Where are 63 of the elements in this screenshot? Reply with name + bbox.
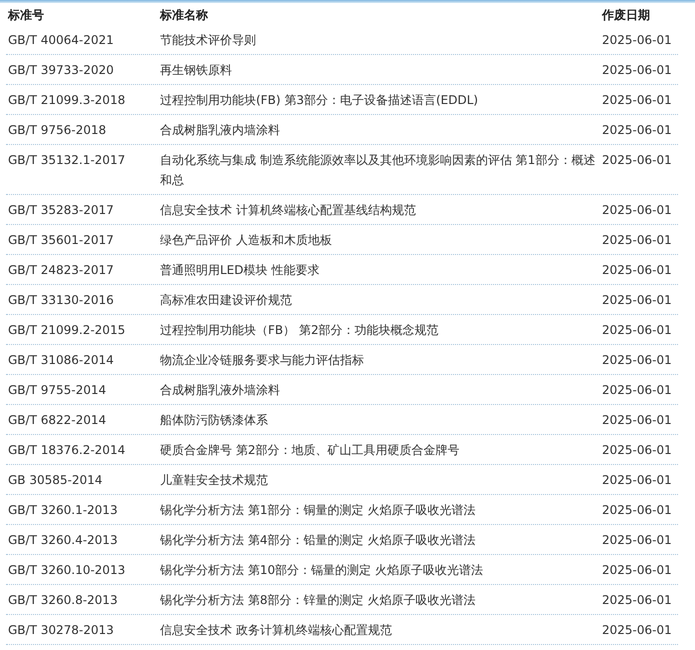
standard-number: GB/T 3260.1-2013: [7, 502, 119, 519]
abolish-date: 2025-06-01: [601, 532, 673, 549]
standard-number: GB 30585-2014: [7, 472, 104, 489]
column-header: 标准号: [6, 7, 45, 24]
abolish-date: 2025-06-01: [601, 322, 673, 339]
abolish-date: 2025-06-01: [601, 352, 673, 369]
standard-number: GB/T 31086-2014: [7, 352, 115, 369]
standard-name: 高标准农田建设评价规范: [159, 292, 293, 309]
column-header: 标准名称: [158, 7, 209, 24]
standard-name: 锡化学分析方法 第1部分：铜量的测定 火焰原子吸收光谱法: [159, 502, 476, 519]
standard-number: GB/T 9755-2014: [7, 382, 108, 399]
standard-name: 儿童鞋安全技术规范: [159, 472, 269, 489]
abolish-date: 2025-06-01: [601, 122, 673, 139]
standard-number: GB/T 3260.8-2013: [7, 592, 119, 609]
standard-number: GB/T 18376.2-2014: [7, 442, 126, 459]
abolish-date: 2025-06-01: [601, 62, 673, 79]
standard-name: 物流企业冷链服务要求与能力评估指标: [159, 352, 365, 369]
standard-name: 节能技术评价导则: [159, 32, 257, 49]
abolish-date: 2025-06-01: [601, 152, 673, 169]
standard-name: 锡化学分析方法 第8部分：锌量的测定 火焰原子吸收光谱法: [159, 592, 476, 609]
standard-name: 过程控制用功能块（FB） 第2部分：功能块概念规范: [159, 322, 440, 339]
abolish-date: 2025-06-01: [601, 382, 673, 399]
standard-number: GB/T 35132.1-2017: [7, 152, 126, 169]
standard-number: GB/T 3260.10-2013: [7, 562, 126, 579]
standard-name: 硬质合金牌号 第2部分：地质、矿山工具用硬质合金牌号: [159, 442, 460, 459]
standard-name: 船体防污防锈漆体系: [159, 412, 269, 429]
standard-name: 合成树脂乳液外墙涂料: [159, 382, 281, 399]
abolish-date: 2025-06-01: [601, 232, 673, 249]
abolish-date: 2025-06-01: [601, 202, 673, 219]
standard-name: 信息安全技术 计算机终端核心配置基线结构规范: [159, 202, 417, 219]
standard-name: 普通照明用LED模块 性能要求: [159, 262, 320, 279]
standard-name: 锡化学分析方法 第4部分：铅量的测定 火焰原子吸收光谱法: [159, 532, 476, 549]
abolish-date: 2025-06-01: [601, 592, 673, 609]
abolish-date: 2025-06-01: [601, 92, 673, 109]
abolish-date: 2025-06-01: [601, 32, 673, 49]
abolish-date: 2025-06-01: [601, 472, 673, 489]
standard-name: 过程控制用功能块(FB) 第3部分：电子设备描述语言(EDDL): [159, 92, 480, 109]
standard-number: GB/T 35601-2017: [7, 232, 115, 249]
abolish-date: 2025-06-01: [601, 502, 673, 519]
standard-name: 再生钢铁原料: [159, 62, 233, 79]
standard-number: GB/T 6822-2014: [7, 412, 108, 429]
abolish-date: 2025-06-01: [601, 292, 673, 309]
standard-number: GB/T 39733-2020: [7, 62, 115, 79]
column-header: 作废日期: [600, 7, 651, 24]
standard-number: GB/T 33130-2016: [7, 292, 115, 309]
abolish-date: 2025-06-01: [601, 562, 673, 579]
standard-number: GB/T 21099.2-2015: [7, 322, 126, 339]
standard-name: 绿色产品评价 人造板和木质地板: [159, 232, 333, 249]
standard-number: GB/T 3260.4-2013: [7, 532, 119, 549]
standard-number: GB/T 9756-2018: [7, 122, 108, 139]
standard-name: 合成树脂乳液内墙涂料: [159, 122, 281, 139]
abolish-date: 2025-06-01: [601, 442, 673, 459]
standard-number: GB/T 21099.3-2018: [7, 92, 126, 109]
standard-name: 自动化系统与集成 制造系统能源效率以及其他环境影响因素的评估 第1部分：概述和总: [159, 152, 596, 189]
standard-number: GB/T 35283-2017: [7, 202, 115, 219]
standard-number: GB/T 24823-2017: [7, 262, 115, 279]
standard-number: GB/T 40064-2021: [7, 32, 115, 49]
standard-name: 锡化学分析方法 第10部分：镉量的测定 火焰原子吸收光谱法: [159, 562, 484, 579]
standard-name: 信息安全技术 政务计算机终端核心配置规范: [159, 622, 393, 639]
abolish-date: 2025-06-01: [601, 262, 673, 279]
standard-number: GB/T 30278-2013: [7, 622, 115, 639]
abolish-date: 2025-06-01: [601, 412, 673, 429]
abolish-date: 2025-06-01: [601, 622, 673, 639]
